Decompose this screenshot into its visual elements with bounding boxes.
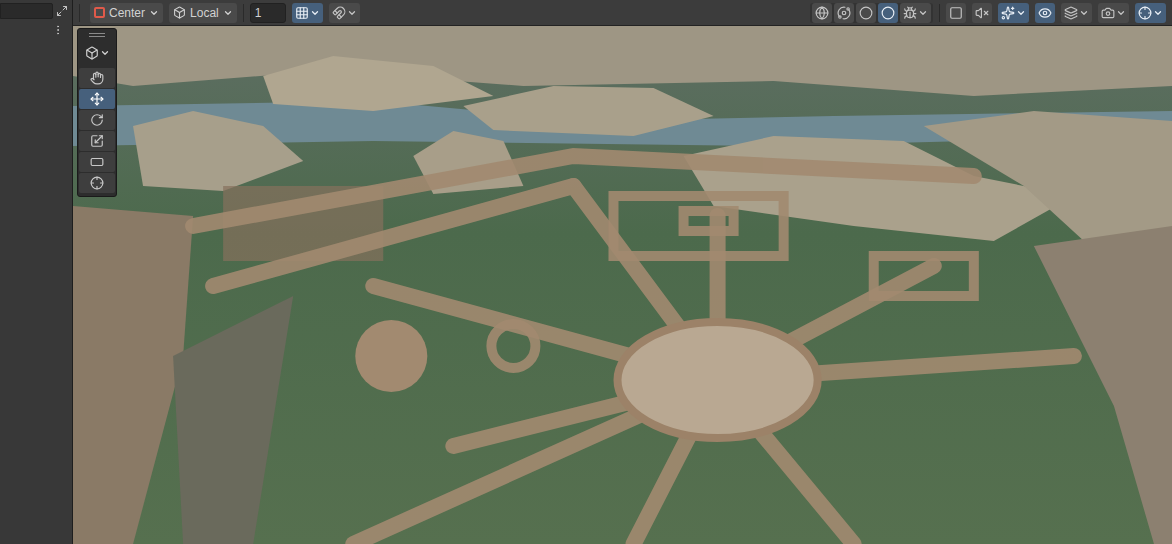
hand-tool-button[interactable]: [79, 68, 115, 88]
transform-tool-button[interactable]: [79, 173, 115, 193]
pivot-icon: [94, 7, 105, 18]
scale-icon: [90, 134, 104, 148]
chevron-down-icon: [1153, 8, 1163, 18]
unity-editor: Center Local 1: [0, 0, 1172, 544]
cube-icon: [173, 6, 186, 19]
gizmos-toggle[interactable]: [1135, 3, 1166, 23]
layers-toggle[interactable]: [1061, 3, 1092, 23]
effects-icon: [1001, 6, 1015, 20]
unlit-icon: [859, 6, 873, 20]
visibility-icon: [1038, 6, 1052, 20]
rotate-tool-button[interactable]: [79, 110, 115, 130]
scene-view[interactable]: [73, 26, 1172, 544]
layers-icon: [1064, 6, 1078, 20]
drag-handle[interactable]: [78, 29, 116, 41]
unlit-toggle[interactable]: [856, 3, 876, 23]
chevron-down-icon: [310, 8, 320, 18]
shaded-icon: [881, 6, 895, 20]
camera-icon: [1101, 6, 1115, 20]
increment-icon: [332, 6, 346, 20]
rotate-icon: [90, 113, 104, 127]
gizmos-icon: [1138, 6, 1152, 20]
chevron-down-icon: [918, 8, 928, 18]
snap-field[interactable]: 1: [250, 3, 286, 23]
separator: [79, 4, 80, 22]
audio-icon: [975, 6, 989, 20]
visibility-toggle[interactable]: [1035, 3, 1055, 23]
maximize-icon[interactable]: [56, 5, 68, 17]
scale-tool-button[interactable]: [79, 131, 115, 151]
transform-icon: [90, 176, 104, 190]
camera-toggle[interactable]: [1098, 3, 1129, 23]
pivot-rotation-dropdown[interactable]: Local: [169, 3, 237, 23]
left-panel: [0, 0, 73, 544]
debug-icon: [903, 6, 917, 20]
rect-tool-button[interactable]: [79, 152, 115, 172]
shaded-wireframe-toggle[interactable]: [834, 3, 854, 23]
search-field[interactable]: [0, 3, 53, 19]
terrain-view[interactable]: [73, 26, 1172, 544]
grid-toggle[interactable]: [292, 3, 323, 23]
audio-toggle[interactable]: [972, 3, 992, 23]
move-icon: [90, 92, 104, 106]
debug-toggle[interactable]: [900, 3, 931, 23]
hand-icon: [90, 71, 104, 85]
rect-icon: [90, 155, 104, 169]
chevron-down-icon: [1079, 8, 1089, 18]
tools-overlay: [77, 28, 117, 197]
chevron-down-icon: [347, 8, 357, 18]
move-tool-button[interactable]: [79, 89, 115, 109]
tool-context-dropdown[interactable]: [85, 42, 110, 64]
scene-toolbar: Center Local 1: [73, 0, 1172, 26]
increment-toggle[interactable]: [329, 3, 360, 23]
more-icon[interactable]: [52, 24, 64, 36]
wireframe-toggle[interactable]: [812, 3, 832, 23]
chevron-down-icon: [1116, 8, 1126, 18]
pivot-mode-dropdown[interactable]: Center: [90, 3, 163, 23]
2d-toggle[interactable]: [946, 3, 966, 23]
grid-icon: [295, 6, 309, 20]
effects-toggle[interactable]: [998, 3, 1029, 23]
shaded-wireframe-icon: [837, 6, 851, 20]
separator: [243, 4, 244, 22]
2d-icon: [949, 6, 963, 20]
separator: [939, 4, 940, 22]
chevron-down-icon: [1016, 8, 1026, 18]
shaded-toggle[interactable]: [878, 3, 898, 23]
wireframe-icon: [815, 6, 829, 20]
